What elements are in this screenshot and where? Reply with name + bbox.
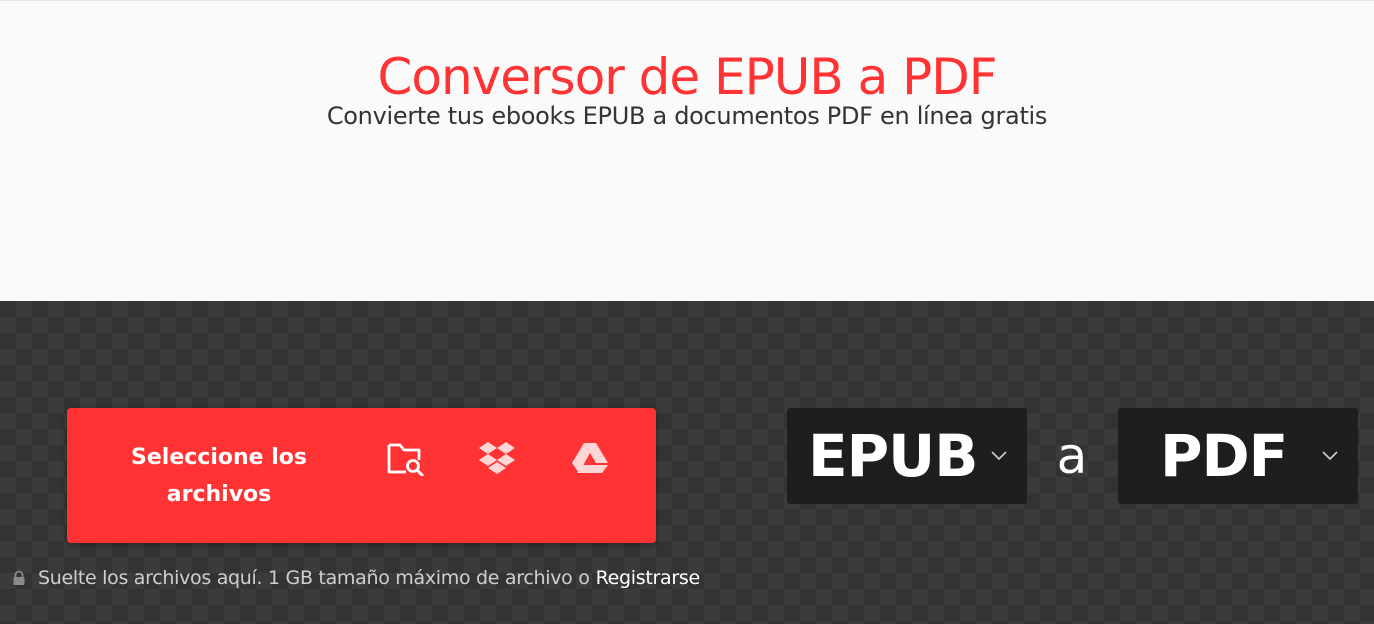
from-format-select[interactable]: EPUB xyxy=(787,408,1027,504)
lock-icon xyxy=(13,570,25,585)
upload-note: Suelte los archivos aquí. 1 GB tamaño má… xyxy=(12,566,700,590)
from-format-value: EPUB xyxy=(808,422,978,490)
to-format-select[interactable]: PDF xyxy=(1118,408,1358,504)
folder-search-icon[interactable] xyxy=(385,438,425,478)
select-files-label: Seleccione los archivos xyxy=(131,445,307,507)
dropbox-icon[interactable] xyxy=(477,438,517,478)
to-format-value: PDF xyxy=(1160,422,1288,490)
connector-label: a xyxy=(1056,427,1088,485)
upload-note-text: Suelte los archivos aquí. 1 GB tamaño má… xyxy=(38,567,590,589)
chevron-down-icon xyxy=(991,451,1007,461)
register-link[interactable]: Registrarse xyxy=(596,567,701,589)
converter-section: Seleccione los archivos EPUB a PDF Suelt… xyxy=(0,301,1374,624)
page: Conversor de EPUB a PDF Convierte tus eb… xyxy=(0,0,1374,624)
google-drive-icon[interactable] xyxy=(570,438,610,478)
select-files-button[interactable]: Seleccione los archivos xyxy=(67,408,656,543)
chevron-down-icon xyxy=(1322,451,1338,461)
hero-section: Conversor de EPUB a PDF Convierte tus eb… xyxy=(0,0,1374,301)
page-title: Conversor de EPUB a PDF xyxy=(377,47,997,106)
page-subtitle: Convierte tus ebooks EPUB a documentos P… xyxy=(326,101,1048,130)
